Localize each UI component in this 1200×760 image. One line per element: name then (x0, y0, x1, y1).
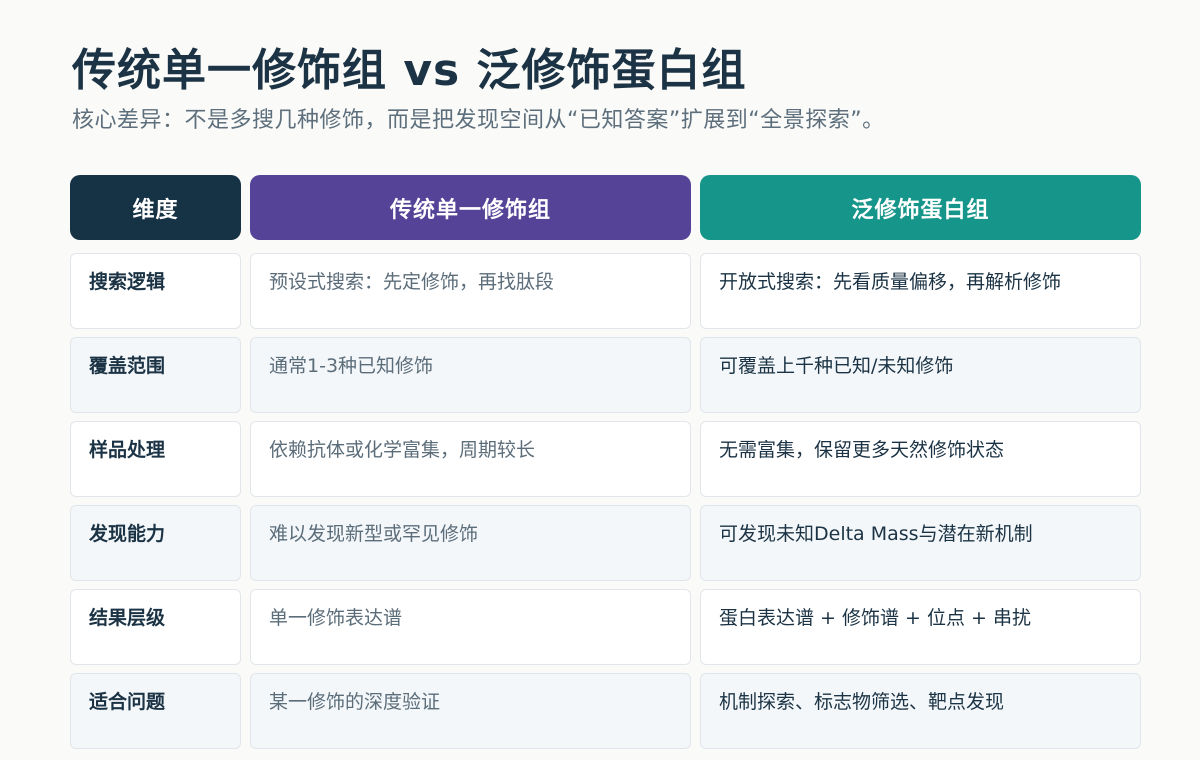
row-dimension-cell: 样品处理 (70, 421, 241, 497)
row-dimension-cell: 搜索逻辑 (70, 253, 241, 329)
row-dimension-cell: 覆盖范围 (70, 337, 241, 413)
row-traditional-cell: 通常1-3种已知修饰 (250, 337, 691, 413)
header-traditional: 传统单一修饰组 (250, 175, 691, 240)
page: 传统单一修饰组 vs 泛修饰蛋白组 核心差异：不是多搜几种修饰，而是把发现空间从… (0, 0, 1200, 760)
page-title: 传统单一修饰组 vs 泛修饰蛋白组 (72, 45, 747, 96)
row-pan-cell: 可覆盖上千种已知/未知修饰 (700, 337, 1141, 413)
comparison-table: 维度 传统单一修饰组 泛修饰蛋白组 搜索逻辑 预设式搜索：先定修饰，再找肽段 开… (70, 175, 1141, 757)
page-subtitle: 核心差异：不是多搜几种修饰，而是把发现空间从“已知答案”扩展到“全景探索”。 (72, 108, 885, 133)
row-traditional-cell: 依赖抗体或化学富集，周期较长 (250, 421, 691, 497)
row-pan-cell: 机制探索、标志物筛选、靶点发现 (700, 673, 1141, 749)
header-pan-modification: 泛修饰蛋白组 (700, 175, 1141, 240)
row-traditional-cell: 某一修饰的深度验证 (250, 673, 691, 749)
row-dimension-cell: 发现能力 (70, 505, 241, 581)
row-pan-cell: 开放式搜索：先看质量偏移，再解析修饰 (700, 253, 1141, 329)
row-dimension-cell: 结果层级 (70, 589, 241, 665)
row-traditional-cell: 难以发现新型或罕见修饰 (250, 505, 691, 581)
row-pan-cell: 蛋白表达谱 + 修饰谱 + 位点 + 串扰 (700, 589, 1141, 665)
row-pan-cell: 无需富集，保留更多天然修饰状态 (700, 421, 1141, 497)
row-traditional-cell: 单一修饰表达谱 (250, 589, 691, 665)
header-dimension: 维度 (70, 175, 241, 240)
row-pan-cell: 可发现未知Delta Mass与潜在新机制 (700, 505, 1141, 581)
row-dimension-cell: 适合问题 (70, 673, 241, 749)
row-traditional-cell: 预设式搜索：先定修饰，再找肽段 (250, 253, 691, 329)
